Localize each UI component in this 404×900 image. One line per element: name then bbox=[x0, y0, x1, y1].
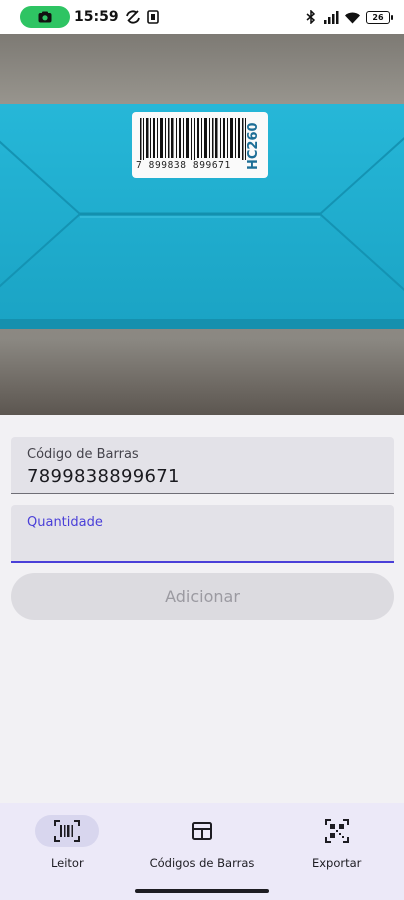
screen-record-indicator[interactable] bbox=[20, 6, 70, 28]
barcode-side-text: HC260 bbox=[246, 122, 261, 170]
scan-form: Código de Barras 7899838899671 Quantidad… bbox=[11, 437, 394, 563]
barcode-field-value[interactable]: 7899838899671 bbox=[27, 466, 180, 487]
quantity-field[interactable]: Quantidade bbox=[11, 505, 394, 563]
status-bar: 15:59 26 bbox=[0, 0, 404, 34]
wifi-icon bbox=[345, 12, 360, 23]
camera-preview[interactable]: 7 899838 899671 HC260 bbox=[0, 34, 404, 415]
nav-label-leitor: Leitor bbox=[50, 856, 84, 870]
status-time: 15:59 bbox=[74, 9, 119, 25]
barcode-scanner-icon bbox=[54, 820, 81, 842]
quantity-field-label: Quantidade bbox=[27, 515, 103, 530]
nav-item-codigos-de-barras[interactable]: Códigos de Barras bbox=[135, 803, 270, 886]
barcode-field-label: Código de Barras bbox=[27, 447, 139, 462]
add-button[interactable]: Adicionar bbox=[11, 573, 394, 620]
signal-icon bbox=[324, 10, 339, 24]
bluetooth-icon bbox=[306, 10, 316, 24]
barcode-label: 7 899838 899671 HC260 bbox=[132, 112, 268, 178]
nav-label-codigos-de-barras: Códigos de Barras bbox=[149, 856, 255, 870]
battery-icon: 26 bbox=[366, 10, 393, 24]
nav-label-exportar: Exportar bbox=[311, 856, 362, 870]
nav-item-exportar[interactable]: Exportar bbox=[269, 803, 404, 886]
bottom-navigation: Leitor Códigos de Barras Exportar bbox=[0, 803, 404, 886]
nav-item-leitor[interactable]: Leitor bbox=[0, 803, 135, 886]
barcode-field[interactable]: Código de Barras 7899838899671 bbox=[11, 437, 394, 494]
barcode-bars bbox=[140, 118, 246, 160]
home-indicator[interactable] bbox=[135, 889, 269, 893]
qr-code-icon bbox=[324, 819, 349, 843]
camera-icon bbox=[38, 11, 52, 23]
notification-icon bbox=[146, 10, 159, 24]
cloud-sync-icon bbox=[125, 10, 140, 24]
nav-active-indicator bbox=[35, 815, 100, 847]
barcode-number: 7 899838 899671 bbox=[136, 160, 231, 171]
table-icon bbox=[192, 822, 212, 840]
battery-level: 26 bbox=[372, 12, 384, 22]
